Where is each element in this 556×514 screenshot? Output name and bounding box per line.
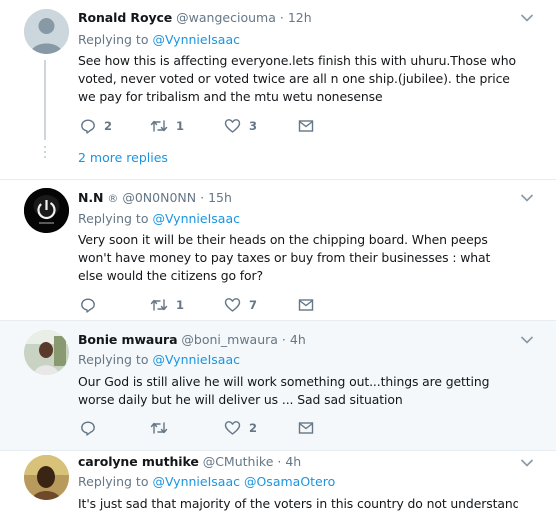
replying-to: Replying to @VynnieIsaac <box>78 211 240 227</box>
tweet-text: Our God is still alive he will work some… <box>78 374 490 407</box>
direct-message-button[interactable] <box>298 296 314 314</box>
reply-button[interactable] <box>80 296 104 314</box>
tweet-text: See how this is affecting everyone.lets … <box>78 53 516 104</box>
username[interactable]: @CMuthike <box>203 454 274 469</box>
direct-message-icon <box>298 422 314 434</box>
mention-link[interactable]: @VynnieIsaac <box>152 474 240 489</box>
replying-to: Replying to @VynnieIsaac <box>78 32 240 48</box>
separator: · <box>277 454 282 469</box>
mention-link[interactable]: @VynnieIsaac <box>152 32 240 47</box>
avatar-image <box>24 188 69 233</box>
timestamp[interactable]: 12h <box>288 10 312 25</box>
timestamp[interactable]: 4h <box>285 454 301 469</box>
mention-link[interactable]: @VynnieIsaac <box>152 211 240 226</box>
tweet-header: Ronald Royce @wangeciouma · 12h <box>78 10 312 26</box>
replying-to-label: Replying to <box>78 474 149 489</box>
reply-icon <box>81 298 95 313</box>
tweet[interactable]: N.N ® @0N0N0NN · 15h Replying to @Vynnie… <box>0 180 556 321</box>
retweet-button[interactable] <box>150 419 176 437</box>
replying-to: Replying to @VynnieIsaac @OsamaOtero <box>78 474 335 490</box>
retweet-button[interactable]: 1 <box>150 117 184 135</box>
retweet-count: 1 <box>176 298 185 312</box>
avatar[interactable] <box>24 330 69 375</box>
retweet-icon <box>150 120 168 132</box>
separator: · <box>279 10 284 25</box>
thread-line <box>44 60 46 140</box>
replying-to-label: Replying to <box>78 211 149 226</box>
tweet-actions: 2 <box>78 419 338 437</box>
replying-to-label: Replying to <box>78 32 149 47</box>
registered-badge: ® <box>107 192 119 205</box>
like-icon <box>224 298 241 312</box>
tweet-header: carolyne muthike @CMuthike · 4h <box>78 454 301 470</box>
chevron-down-icon[interactable] <box>520 193 534 203</box>
tweet-actions: 1 7 <box>78 296 338 314</box>
retweet-button[interactable]: 1 <box>150 296 184 314</box>
like-count: 3 <box>249 119 258 133</box>
username[interactable]: @0N0N0NN <box>122 190 196 205</box>
direct-message-button[interactable] <box>298 117 314 135</box>
mention-link[interactable]: @VynnieIsaac <box>152 352 240 367</box>
timestamp[interactable]: 15h <box>208 190 232 205</box>
show-more-replies-link[interactable]: 2 more replies <box>78 150 168 165</box>
like-count: 7 <box>249 298 258 312</box>
chevron-down-icon[interactable] <box>520 458 534 468</box>
thread-dots <box>44 146 46 161</box>
tweet[interactable]: carolyne muthike @CMuthike · 4h Replying… <box>0 451 556 514</box>
avatar[interactable] <box>24 9 69 54</box>
direct-message-icon <box>298 120 314 132</box>
separator: · <box>281 332 286 347</box>
reply-count: 2 <box>104 119 113 133</box>
username[interactable]: @wangeciouma <box>176 10 276 25</box>
chevron-down-icon[interactable] <box>520 13 534 23</box>
mention-link[interactable]: @OsamaOtero <box>244 474 335 489</box>
retweet-icon <box>150 422 168 434</box>
like-button[interactable]: 2 <box>224 419 257 437</box>
avatar-image <box>24 330 69 375</box>
timestamp[interactable]: 4h <box>290 332 306 347</box>
tweet[interactable]: Bonie mwaura @boni_mwaura · 4h Replying … <box>0 321 556 451</box>
reply-feed: Ronald Royce @wangeciouma · 12h Replying… <box>0 0 556 514</box>
default-avatar-icon <box>24 9 69 54</box>
display-name[interactable]: carolyne muthike <box>78 454 199 469</box>
like-icon <box>224 421 241 435</box>
like-count: 2 <box>249 421 258 435</box>
replying-to-label: Replying to <box>78 352 149 367</box>
display-name[interactable]: N.N <box>78 190 103 205</box>
reply-icon <box>81 119 95 134</box>
tweet-text: Very soon it will be their heads on the … <box>78 232 491 283</box>
tweet[interactable]: Ronald Royce @wangeciouma · 12h Replying… <box>0 0 556 180</box>
like-button[interactable]: 3 <box>224 117 257 135</box>
tweet-header: N.N ® @0N0N0NN · 15h <box>78 190 232 207</box>
direct-message-icon <box>298 299 314 311</box>
avatar[interactable] <box>24 455 69 500</box>
retweet-count: 1 <box>176 119 185 133</box>
avatar-image <box>24 455 69 500</box>
reply-icon <box>81 421 95 436</box>
tweet-text: It's just sad that majority of the voter… <box>78 496 518 511</box>
direct-message-button[interactable] <box>298 419 314 437</box>
tweet-header: Bonie mwaura @boni_mwaura · 4h <box>78 332 306 348</box>
username[interactable]: @boni_mwaura <box>181 332 278 347</box>
replying-to: Replying to @VynnieIsaac <box>78 352 240 368</box>
reply-button[interactable]: 2 <box>80 117 112 135</box>
display-name[interactable]: Bonie mwaura <box>78 332 178 347</box>
display-name[interactable]: Ronald Royce <box>78 10 172 25</box>
chevron-down-icon[interactable] <box>520 335 534 345</box>
like-icon <box>224 119 241 133</box>
retweet-icon <box>150 299 168 311</box>
reply-button[interactable] <box>80 419 104 437</box>
avatar[interactable] <box>24 188 69 233</box>
like-button[interactable]: 7 <box>224 296 257 314</box>
tweet-actions: 2 1 3 <box>78 117 338 135</box>
separator: · <box>200 190 205 205</box>
